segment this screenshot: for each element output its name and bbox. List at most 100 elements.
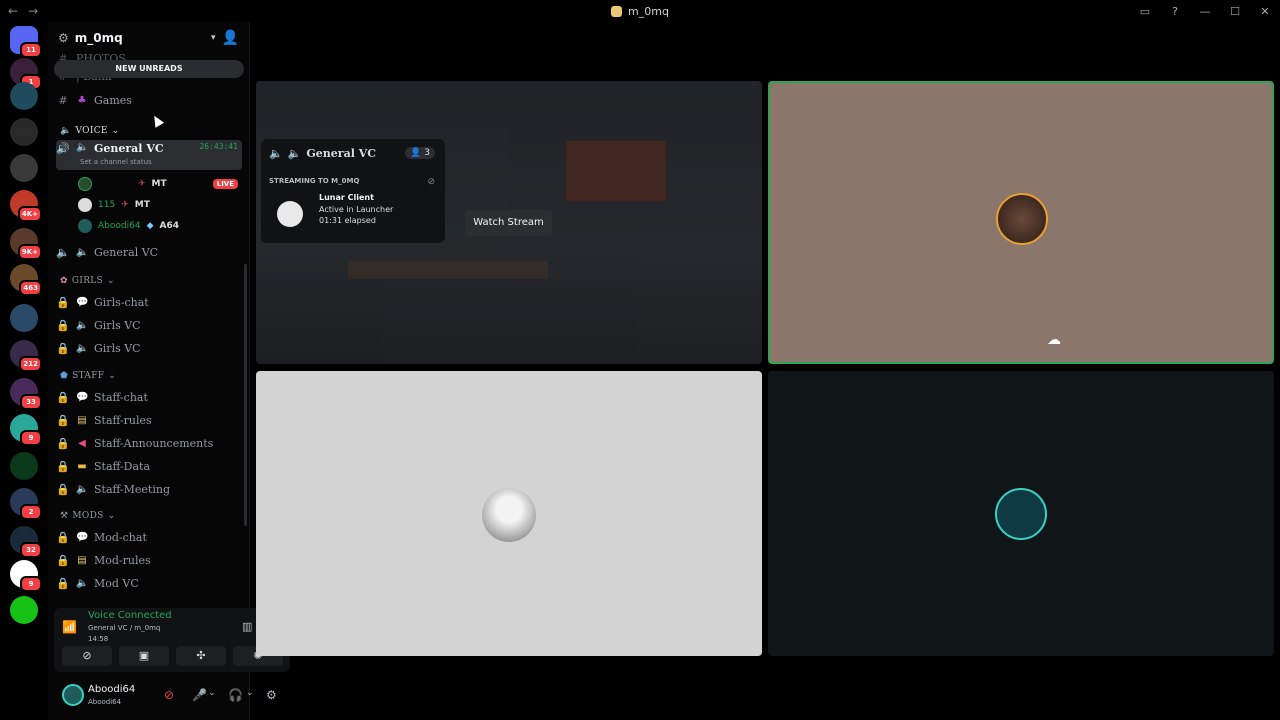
preview-block bbox=[566, 141, 666, 201]
voice-member[interactable]: 115 ✈ MT bbox=[78, 196, 150, 214]
server-icon bbox=[611, 5, 623, 17]
stream-tile[interactable]: 🔈 🔈 General VC 👤 3 STREAMING TO M_0MQ ⊘ … bbox=[256, 81, 762, 364]
category-mods[interactable]: ⚒ MODS ⌄ bbox=[60, 511, 115, 521]
server-icon[interactable] bbox=[10, 118, 38, 146]
microphone-icon[interactable]: 🎤 bbox=[192, 688, 207, 702]
channel-girls-vc[interactable]: 🔒 🔈 Girls VC bbox=[56, 338, 242, 358]
shield-icon: ⬟ bbox=[60, 371, 69, 381]
speaker-emoji-icon: 🔈 bbox=[76, 319, 89, 331]
channel-mod-vc[interactable]: 🔒 🔈 Mod VC bbox=[56, 573, 242, 593]
voice-channel-path[interactable]: General VC / m_0mq bbox=[88, 624, 160, 632]
server-icon[interactable]: 9 bbox=[10, 414, 42, 446]
camera-off-icon[interactable]: ⊘ bbox=[164, 688, 174, 702]
channel-staff-data[interactable]: 🔒 ▬ Staff-Data bbox=[56, 456, 242, 476]
unread-badge: 2 bbox=[20, 504, 42, 520]
maximize-icon[interactable]: ☐ bbox=[1220, 5, 1250, 18]
set-status-link[interactable]: Set a channel status bbox=[80, 158, 152, 166]
server-settings-icon: ⚙ bbox=[58, 31, 69, 45]
participant-tile[interactable] bbox=[768, 371, 1274, 656]
avatar bbox=[996, 193, 1048, 245]
voice-status[interactable]: Voice Connected bbox=[88, 610, 172, 621]
channel-general-vc-active[interactable]: 🔊 🔈 General VC 26:43:41 Set a channel st… bbox=[56, 140, 242, 170]
avatar[interactable] bbox=[62, 684, 84, 706]
mute-stream-icon[interactable]: ⊘ bbox=[427, 177, 435, 187]
server-icon[interactable] bbox=[10, 154, 38, 182]
unread-badge: 11 bbox=[20, 42, 42, 58]
camera-off-button[interactable]: ⊘ bbox=[62, 646, 112, 666]
chevron-down-icon[interactable]: ⌄ bbox=[208, 688, 216, 698]
window-title: m_0mq bbox=[0, 5, 1280, 18]
close-icon[interactable]: ✕ bbox=[1250, 5, 1280, 18]
speech-bubble-icon: 💬 bbox=[76, 296, 89, 308]
avatar bbox=[78, 198, 92, 212]
participant-tile[interactable]: ☁ bbox=[768, 81, 1274, 364]
signal-icon[interactable]: 📶 bbox=[62, 620, 77, 634]
speaker-icon: 🔊 bbox=[56, 142, 70, 155]
lock-icon: 🔒 bbox=[56, 436, 70, 450]
username[interactable]: Aboodi64 bbox=[88, 684, 135, 695]
invite-icon[interactable]: 👤 bbox=[222, 30, 239, 46]
category-staff[interactable]: ⬟ STAFF ⌄ bbox=[60, 371, 116, 381]
channel-staff-rules[interactable]: 🔒 ▤ Staff-rules bbox=[56, 410, 242, 430]
scrollbar[interactable] bbox=[244, 264, 247, 526]
server-icon[interactable] bbox=[10, 452, 38, 480]
headphones-icon[interactable]: 🎧 bbox=[228, 688, 243, 702]
chevron-down-icon[interactable]: ⌄ bbox=[246, 688, 254, 698]
server-header[interactable]: ⚙ m_0mq ▾ 👤 bbox=[48, 22, 249, 54]
inbox-icon[interactable]: ▭ bbox=[1130, 5, 1160, 18]
forward-arrow-icon[interactable]: → bbox=[28, 4, 38, 18]
call-timer: 26:43:41 bbox=[199, 142, 238, 151]
back-arrow-icon[interactable]: ← bbox=[8, 4, 18, 18]
server-icon[interactable]: 32 bbox=[10, 526, 42, 558]
server-icon[interactable] bbox=[10, 82, 38, 110]
server-icon[interactable] bbox=[10, 596, 38, 624]
stream-info-popup: 🔈 🔈 General VC 👤 3 STREAMING TO M_0MQ ⊘ … bbox=[261, 139, 445, 243]
voice-member[interactable]: Aboodi64 ◆ A64 bbox=[78, 217, 179, 235]
gear-icon[interactable]: ⚙ bbox=[266, 688, 277, 702]
help-icon[interactable]: ? bbox=[1160, 5, 1190, 18]
server-icon[interactable]: 33 bbox=[10, 378, 42, 410]
channel-mod-rules[interactable]: 🔒 ▤ Mod-rules bbox=[56, 550, 242, 570]
megaphone-icon: ◀ bbox=[78, 437, 86, 449]
channel-girls-chat[interactable]: 🔒 💬 Girls-chat bbox=[56, 292, 242, 312]
streaming-label: STREAMING TO M_0MQ bbox=[269, 177, 360, 185]
minimize-icon[interactable]: — bbox=[1190, 5, 1220, 18]
games-emoji-icon: ♣ bbox=[77, 94, 87, 106]
server-icon[interactable]: 463 bbox=[10, 264, 42, 296]
chevron-down-icon: ▾ bbox=[211, 33, 216, 43]
category-girls[interactable]: ✿ GIRLS ⌄ bbox=[60, 276, 115, 286]
server-icon[interactable]: 4K+ bbox=[10, 190, 42, 222]
channel-mod-chat[interactable]: 🔒 💬 Mod-chat bbox=[56, 527, 242, 547]
watch-stream-button[interactable]: Watch Stream bbox=[465, 210, 552, 236]
voice-member[interactable]: ✈ MT LIVE bbox=[78, 175, 238, 193]
server-icon[interactable]: 212 bbox=[10, 340, 42, 372]
participant-tile[interactable] bbox=[256, 371, 762, 656]
channel-girls-vc[interactable]: 🔒 🔈 Girls VC bbox=[56, 315, 242, 335]
nav-arrows: ← → bbox=[0, 4, 38, 18]
speaker-emoji-icon: 🔈 bbox=[76, 577, 89, 589]
activities-button[interactable]: ✣ bbox=[176, 646, 226, 666]
server-icon[interactable]: 9 bbox=[10, 560, 42, 592]
category-voice[interactable]: 🔈 VOICE ⌄ bbox=[60, 126, 120, 136]
speaker-icon: 🔈 bbox=[56, 245, 70, 259]
server-icon[interactable]: 11 bbox=[10, 26, 42, 58]
server-icon[interactable]: 9K+ bbox=[10, 228, 42, 260]
participant-count: 👤 3 bbox=[405, 147, 435, 159]
speaker-icon: 🔈 bbox=[287, 147, 302, 160]
tools-icon: ⚒ bbox=[60, 511, 69, 521]
channel-games[interactable]: # ♣ Games bbox=[56, 90, 242, 110]
chevron-down-icon: ⌄ bbox=[107, 276, 115, 286]
channel-staff-announcements[interactable]: 🔒 ◀ Staff-Announcements bbox=[56, 433, 242, 453]
channel-staff-meeting[interactable]: 🔒 🔈 Staff-Meeting bbox=[56, 479, 242, 499]
unread-badge: 32 bbox=[20, 542, 42, 558]
new-unreads-bar[interactable]: NEW UNREADS bbox=[54, 60, 244, 78]
channel-staff-chat[interactable]: 🔒 💬 Staff-chat bbox=[56, 387, 242, 407]
channel-general-vc[interactable]: 🔈 🔈 General VC bbox=[56, 242, 242, 262]
server-icon[interactable] bbox=[10, 304, 38, 332]
screen-share-button[interactable]: ▣ bbox=[119, 646, 169, 666]
voice-timer: 14:58 bbox=[88, 635, 109, 643]
app-name: Lunar Client bbox=[319, 193, 374, 202]
server-icon[interactable]: 2 bbox=[10, 488, 42, 520]
app-status: Active in Launcher bbox=[319, 205, 394, 214]
noise-suppression-icon[interactable]: ▥ bbox=[242, 620, 252, 633]
